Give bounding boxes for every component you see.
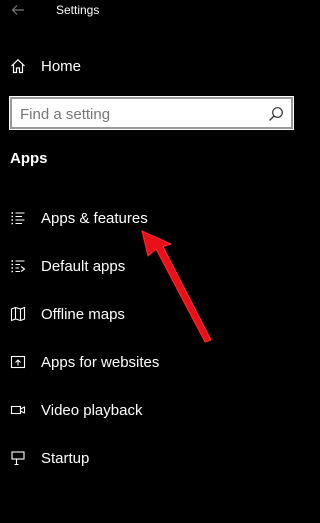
nav-label-home: Home	[41, 57, 82, 75]
default-apps-icon	[9, 257, 27, 275]
map-icon	[9, 305, 27, 323]
title-bar: Settings	[0, 0, 304, 22]
nav-item-apps-for-websites[interactable]: Apps for websites	[0, 344, 304, 380]
window-title: Settings	[56, 3, 100, 17]
nav-item-home[interactable]: Home	[0, 48, 304, 84]
nav-label-apps-features: Apps & features	[41, 209, 148, 227]
nav-item-startup[interactable]: Startup	[0, 440, 304, 476]
search-input[interactable]	[20, 104, 260, 124]
apps-websites-icon	[9, 353, 27, 371]
nav-label-apps-for-websites: Apps for websites	[41, 353, 160, 371]
video-icon	[9, 401, 27, 419]
nav-item-video-playback[interactable]: Video playback	[0, 392, 304, 428]
nav-item-offline-maps[interactable]: Offline maps	[0, 296, 304, 332]
back-button[interactable]	[6, 0, 30, 20]
nav-label-video-playback: Video playback	[41, 401, 143, 419]
startup-icon	[9, 449, 27, 467]
nav-label-default-apps: Default apps	[41, 257, 126, 275]
section-heading: Apps	[10, 150, 48, 167]
nav-item-default-apps[interactable]: Default apps	[0, 248, 304, 284]
nav-label-startup: Startup	[41, 449, 90, 467]
search-box[interactable]	[9, 96, 294, 130]
home-icon	[9, 57, 27, 75]
apps-features-icon	[9, 209, 27, 227]
back-arrow-icon	[11, 5, 24, 15]
nav-item-apps-features[interactable]: Apps & features	[0, 200, 304, 236]
search-icon[interactable]	[268, 106, 284, 122]
nav-label-offline-maps: Offline maps	[41, 305, 125, 323]
